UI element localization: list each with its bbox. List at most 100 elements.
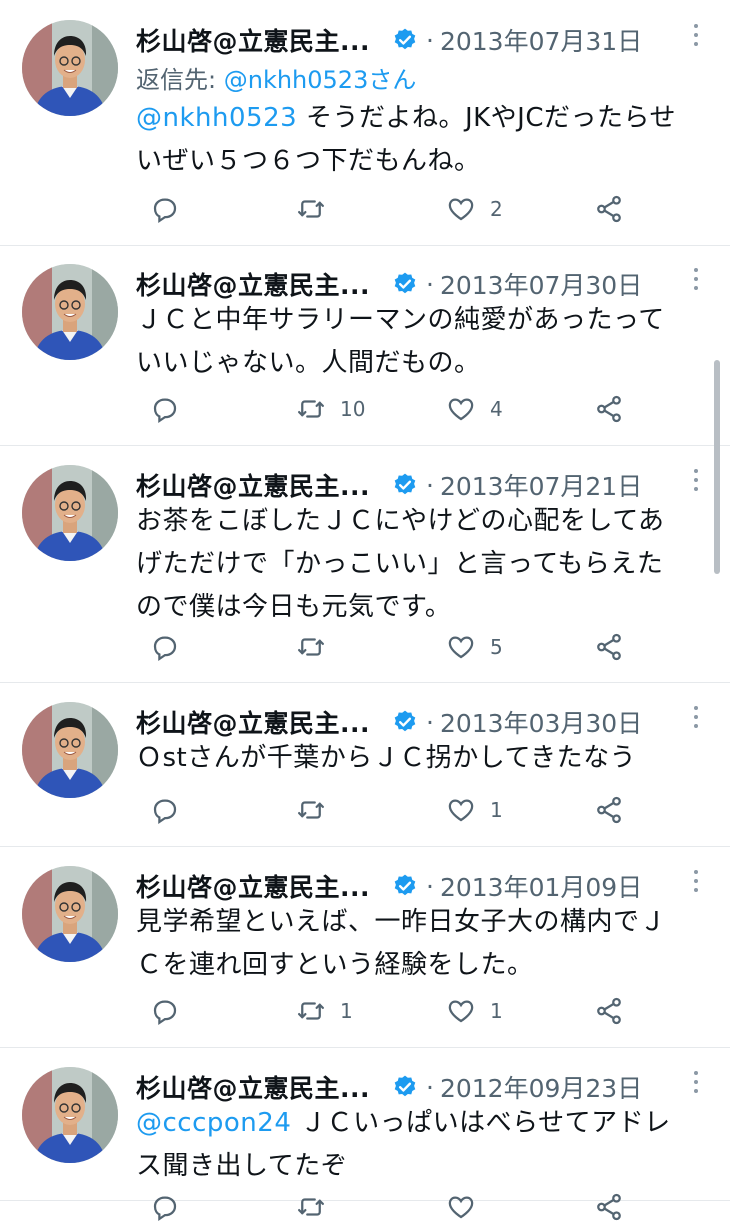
tweet[interactable]: 杉山啓@立憲民主... · 2013年07月30日 ＪＣと中年サラリーマンの純愛… — [0, 246, 730, 446]
tweet-header: 杉山啓@立憲民主... · 2012年09月23日 — [136, 1069, 730, 1105]
separator-dot: · — [426, 1072, 434, 1102]
reply-to-label: 返信先: — [136, 66, 217, 94]
reply-bubble-icon — [150, 194, 180, 224]
tweet-actions: 1 — [136, 793, 636, 827]
tweet-date[interactable]: 2013年07月21日 — [440, 467, 642, 503]
tweet-actions: 5 — [136, 630, 636, 664]
tweet-body: Ｏstさんが千葉からＪＣ拐かしてきたなう — [136, 737, 706, 780]
tweet-text: ＪＣいっぱいはべらせてアドレ — [300, 1108, 671, 1138]
share-button[interactable] — [580, 630, 624, 664]
reply-button[interactable] — [136, 192, 194, 226]
retweet-arrows-icon — [296, 795, 326, 825]
author-name[interactable]: 杉山啓@立憲民主... — [136, 1069, 370, 1105]
like-button[interactable] — [432, 1190, 490, 1224]
author-name[interactable]: 杉山啓@立憲民主... — [136, 868, 370, 904]
retweet-arrows-icon — [296, 1192, 326, 1222]
verified-badge-icon — [392, 271, 418, 297]
retweet-button[interactable] — [282, 192, 340, 226]
tweet-actions: 10 4 — [136, 392, 636, 426]
tweet-date[interactable]: 2012年09月23日 — [440, 1069, 642, 1105]
tweet-text: ＪＣと中年サラリーマンの純愛があったって — [136, 305, 665, 335]
tweet-body: @nkhh0523 そうだよね。JKやJCだったらせ いぜい５つ６つ下だもんね。 — [136, 97, 706, 183]
reply-button[interactable] — [136, 1190, 194, 1224]
more-vertical-icon[interactable] — [692, 24, 700, 52]
tweet-text: お茶をこぼしたＪＣにやけどの心配をしてあ — [136, 506, 665, 536]
more-vertical-icon[interactable] — [692, 706, 700, 734]
author-name[interactable]: 杉山啓@立憲民主... — [136, 704, 370, 740]
more-vertical-icon[interactable] — [692, 268, 700, 296]
reply-button[interactable] — [136, 793, 194, 827]
like-button[interactable]: 1 — [432, 994, 503, 1028]
tweet-text-line: @cccpon24 ＪＣいっぱいはべらせてアドレ — [136, 1102, 706, 1145]
separator-dot: · — [426, 470, 434, 500]
reply-button[interactable] — [136, 630, 194, 664]
avatar[interactable] — [22, 465, 118, 561]
share-button[interactable] — [580, 994, 624, 1028]
retweet-arrows-icon — [296, 632, 326, 662]
tweet-date[interactable]: 2013年07月31日 — [440, 22, 642, 58]
more-vertical-icon[interactable] — [692, 469, 700, 497]
reply-bubble-icon — [150, 996, 180, 1026]
tweet-header: 杉山啓@立憲民主... · 2013年01月09日 — [136, 868, 730, 904]
share-icon — [594, 394, 624, 424]
tweet-text-line: @nkhh0523 そうだよね。JKやJCだったらせ — [136, 97, 706, 140]
retweet-button[interactable] — [282, 630, 340, 664]
reply-button[interactable] — [136, 994, 194, 1028]
tweet-body: @cccpon24 ＪＣいっぱいはべらせてアドレ ス聞き出してたぞ — [136, 1102, 706, 1188]
tweet[interactable]: 杉山啓@立憲民主... · 2012年09月23日 @cccpon24 ＪＣいっ… — [0, 1048, 730, 1221]
tweet-text-line: いぜい５つ６つ下だもんね。 — [136, 140, 706, 183]
more-vertical-icon[interactable] — [692, 1071, 700, 1099]
reply-to-user-link[interactable]: @nkhh0523さん — [224, 66, 417, 94]
tweet-actions: 1 1 — [136, 994, 636, 1028]
scrollbar[interactable] — [714, 360, 720, 574]
like-count: 1 — [490, 999, 503, 1023]
avatar[interactable] — [22, 866, 118, 962]
tweet-text: Ｃを連れ回すという経験をした。 — [136, 950, 534, 980]
avatar[interactable] — [22, 20, 118, 116]
like-button[interactable]: 4 — [432, 392, 503, 426]
retweet-button[interactable] — [282, 793, 340, 827]
share-icon — [594, 632, 624, 662]
like-count: 2 — [490, 197, 503, 221]
avatar[interactable] — [22, 1067, 118, 1163]
share-button[interactable] — [580, 793, 624, 827]
tweet-body: 見学希望といえば、一昨日女子大の構内でＪ Ｃを連れ回すという経験をした。 — [136, 901, 706, 987]
tweet-text: げただけで「かっこいい」と言ってもらえた — [136, 549, 664, 579]
retweet-button[interactable] — [282, 1190, 340, 1224]
author-name[interactable]: 杉山啓@立憲民主... — [136, 266, 370, 302]
tweet-header: 杉山啓@立憲民主... · 2013年07月30日 — [136, 266, 730, 302]
tweet[interactable]: 杉山啓@立憲民主... · 2013年07月21日 お茶をこぼしたＪＣにやけどの… — [0, 446, 730, 683]
tweet-body: ＪＣと中年サラリーマンの純愛があったって いいじゃない。人間だもの。 — [136, 299, 706, 385]
retweet-arrows-icon — [296, 394, 326, 424]
tweet[interactable]: 杉山啓@立憲民主... · 2013年01月09日 見学希望といえば、一昨日女子… — [0, 847, 730, 1048]
tweet[interactable]: 杉山啓@立憲民主... · 2013年03月30日 Ｏstさんが千葉からＪＣ拐か… — [0, 683, 730, 847]
retweet-count: 10 — [340, 397, 366, 421]
tweet-date[interactable]: 2013年01月09日 — [440, 868, 642, 904]
author-name[interactable]: 杉山啓@立憲民主... — [136, 467, 370, 503]
avatar[interactable] — [22, 702, 118, 798]
separator-dot: · — [426, 269, 434, 299]
tweet-text: ので僕は今日も元気です。 — [136, 592, 452, 622]
like-button[interactable]: 5 — [432, 630, 503, 664]
tweet-text-line: Ｏstさんが千葉からＪＣ拐かしてきたなう — [136, 737, 706, 780]
tweet-actions — [136, 1190, 636, 1224]
tweet[interactable]: 杉山啓@立憲民主... · 2013年07月31日 返信先: @nkhh0523… — [0, 0, 730, 246]
more-vertical-icon[interactable] — [692, 870, 700, 898]
mention-link[interactable]: @cccpon24 — [136, 1108, 291, 1138]
tweet-date[interactable]: 2013年07月30日 — [440, 266, 642, 302]
avatar[interactable] — [22, 264, 118, 360]
tweet-date[interactable]: 2013年03月30日 — [440, 704, 642, 740]
author-name[interactable]: 杉山啓@立憲民主... — [136, 22, 370, 58]
retweet-button[interactable]: 1 — [282, 994, 353, 1028]
retweet-button[interactable]: 10 — [282, 392, 365, 426]
share-button[interactable] — [580, 392, 624, 426]
heart-icon — [446, 996, 476, 1026]
share-button[interactable] — [580, 1190, 624, 1224]
reply-button[interactable] — [136, 392, 194, 426]
tweet-text: Ｏstさんが千葉からＪＣ拐かしてきたなう — [136, 743, 637, 773]
heart-icon — [446, 795, 476, 825]
like-button[interactable]: 1 — [432, 793, 503, 827]
like-button[interactable]: 2 — [432, 192, 503, 226]
mention-link[interactable]: @nkhh0523 — [136, 103, 297, 133]
share-button[interactable] — [580, 192, 624, 226]
